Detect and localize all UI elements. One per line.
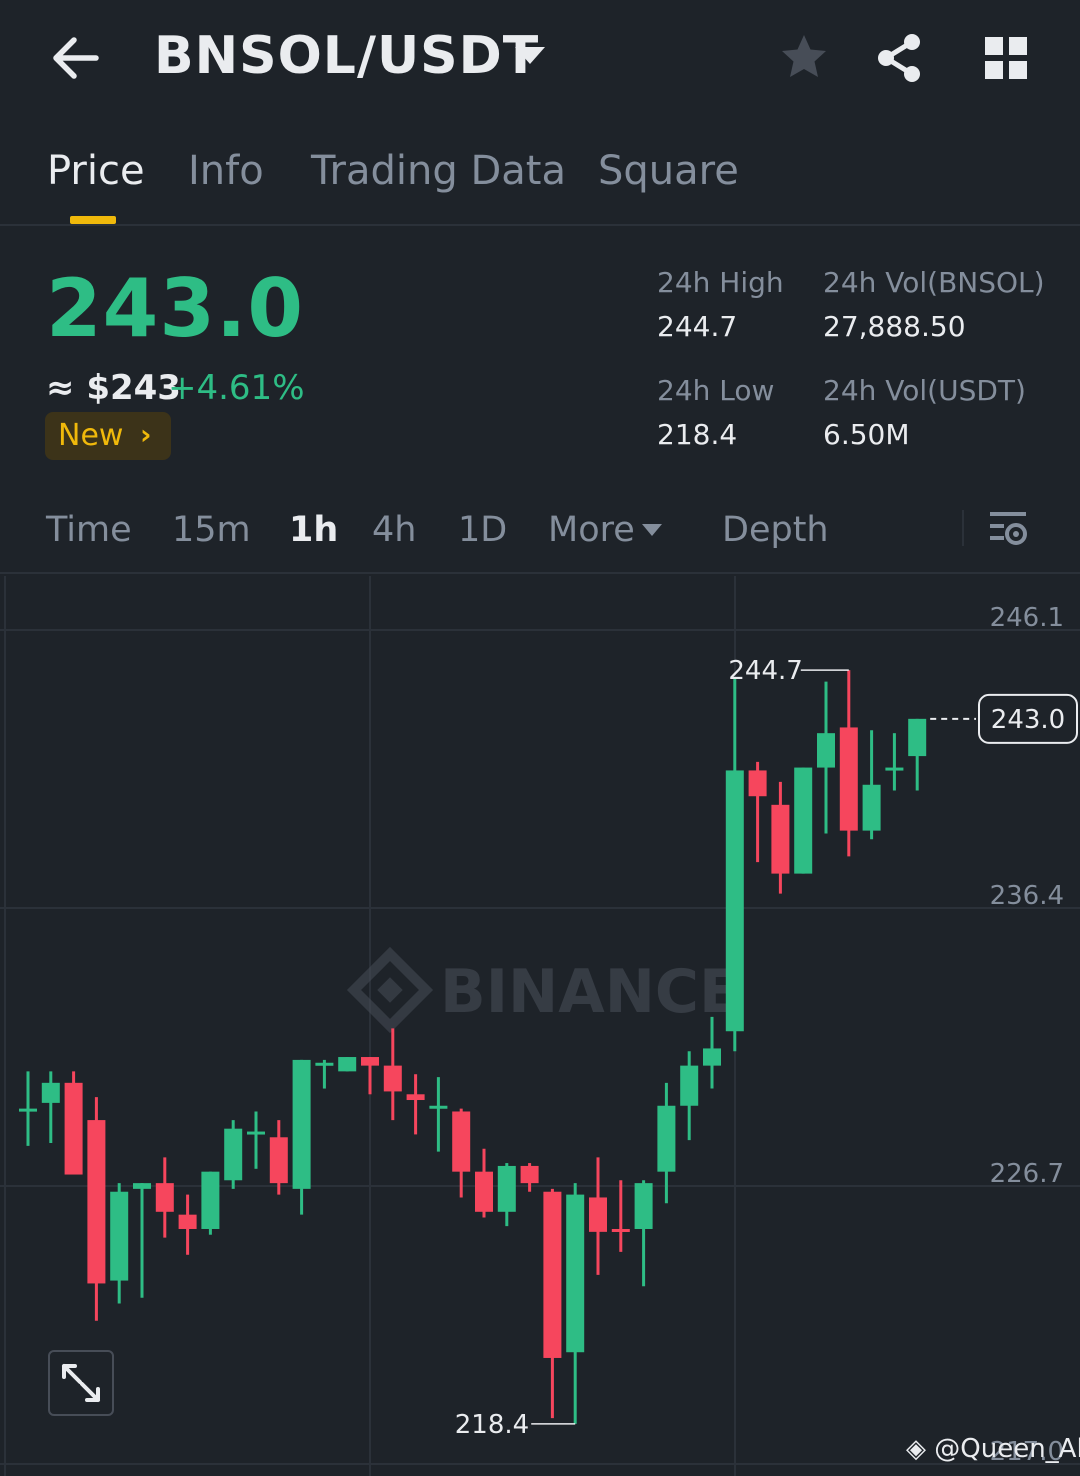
new-badge-label: New <box>58 418 124 453</box>
candle-body <box>634 1183 653 1229</box>
more-caret-down-icon[interactable] <box>640 522 664 538</box>
candle-body <box>680 1065 699 1106</box>
candle-body <box>19 1108 37 1112</box>
high-value: 244.7 <box>657 310 738 343</box>
usd-price: ≈ $243 <box>46 368 181 408</box>
candle-body <box>452 1111 471 1172</box>
high-label: 24h High <box>657 266 784 299</box>
candle-body <box>110 1191 129 1281</box>
candle-body <box>406 1094 425 1101</box>
interval-1h[interactable]: 1h <box>289 510 338 550</box>
interval-4h[interactable]: 4h <box>372 510 416 550</box>
candle-body <box>338 1057 357 1072</box>
tab-trading-data[interactable]: Trading Data <box>311 148 566 194</box>
candle-body <box>543 1191 562 1358</box>
binance-watermark-text: BINANCE <box>440 957 740 1027</box>
candle-body <box>589 1197 607 1232</box>
candlestick-chart: BINANCE 246.1 236.4 226.7 217.0 244.7 21… <box>0 576 1080 1476</box>
interval-more[interactable]: More <box>548 510 635 550</box>
interval-divider <box>962 510 964 546</box>
low-marker-label: 218.4 <box>455 1410 529 1440</box>
high-marker-label: 244.7 <box>728 656 802 686</box>
tab-square[interactable]: Square <box>598 148 739 194</box>
candle-body <box>429 1105 448 1109</box>
candle-body <box>885 767 904 771</box>
candle-body <box>315 1062 334 1066</box>
back-arrow-icon[interactable] <box>48 30 108 86</box>
new-badge[interactable]: New › <box>45 412 171 460</box>
candle-body <box>611 1228 630 1232</box>
candle-body <box>475 1171 493 1212</box>
y-tick-label: 236.4 <box>990 881 1064 911</box>
low-label: 24h Low <box>657 374 775 407</box>
candle-body <box>292 1059 311 1189</box>
vol-quote-label: 24h Vol(USDT) <box>823 374 1026 407</box>
candle-body <box>64 1082 83 1175</box>
active-tab-indicator <box>70 216 116 224</box>
interval-1d[interactable]: 1D <box>458 510 507 550</box>
low-value: 218.4 <box>657 418 738 451</box>
candle-body <box>817 733 835 768</box>
last-price: 243.0 <box>46 262 305 355</box>
candle-body <box>133 1183 151 1189</box>
candle-body <box>862 784 881 831</box>
candle-body <box>703 1048 721 1066</box>
current-price-label: 243.0 <box>991 705 1065 735</box>
candle-body <box>87 1120 106 1284</box>
chevron-right-icon: › <box>140 418 152 451</box>
y-tick-label: 226.7 <box>990 1159 1064 1189</box>
vol-base-value: 27,888.50 <box>823 310 966 343</box>
candle-body <box>41 1082 60 1103</box>
candle-body <box>155 1183 174 1212</box>
tab-info[interactable]: Info <box>188 148 264 194</box>
candle-body <box>361 1057 379 1066</box>
price-change-percent: +4.61% <box>168 368 305 408</box>
interval-bar: Time 15m 1h 4h 1D More Depth <box>0 492 1080 574</box>
expand-chart-icon[interactable] <box>48 1350 114 1416</box>
binance-small-icon: ◈ <box>906 1434 935 1464</box>
candle-body <box>839 727 858 831</box>
chart-settings-icon[interactable] <box>986 506 1032 552</box>
high-marker: 244.7 <box>728 656 849 686</box>
share-icon[interactable] <box>872 30 928 86</box>
caret-down-icon[interactable] <box>512 42 548 72</box>
y-tick-label: 246.1 <box>990 603 1064 633</box>
grid-icon[interactable] <box>978 30 1034 86</box>
candle-body <box>497 1165 516 1212</box>
creator-credit: ◈ @Queen_Aliza <box>906 1434 1080 1464</box>
candle-body <box>178 1214 197 1229</box>
candle-body <box>201 1171 220 1229</box>
top-bar: BNSOL/USDT <box>0 0 1080 120</box>
tab-bar: Price Info Trading Data Square <box>0 130 1080 226</box>
low-marker: 218.4 <box>455 1410 576 1440</box>
price-chart[interactable]: BINANCE 246.1 236.4 226.7 217.0 244.7 21… <box>0 576 1080 1476</box>
candle-body <box>725 770 744 1032</box>
candle-body <box>269 1137 288 1184</box>
tab-price[interactable]: Price <box>47 148 145 194</box>
candle-body <box>657 1105 676 1172</box>
candle-body <box>520 1165 539 1184</box>
candle-body <box>383 1065 402 1092</box>
candle-body <box>794 767 813 874</box>
candle-body <box>566 1194 585 1353</box>
candle-body <box>224 1128 243 1181</box>
interval-time[interactable]: Time <box>46 510 132 550</box>
pair-title[interactable]: BNSOL/USDT <box>154 26 539 86</box>
star-icon[interactable] <box>776 30 832 86</box>
vol-base-label: 24h Vol(BNSOL) <box>823 266 1045 299</box>
interval-depth[interactable]: Depth <box>722 510 829 550</box>
candle-body <box>908 718 927 757</box>
candle-body <box>748 770 767 797</box>
binance-logo-watermark <box>346 946 434 1034</box>
creator-handle: @Queen_Aliza <box>934 1434 1080 1464</box>
candle-body <box>771 804 790 874</box>
interval-15m[interactable]: 15m <box>172 510 251 550</box>
candles-group <box>19 670 927 1424</box>
vol-quote-value: 6.50M <box>823 418 910 451</box>
candle-body <box>247 1131 265 1135</box>
